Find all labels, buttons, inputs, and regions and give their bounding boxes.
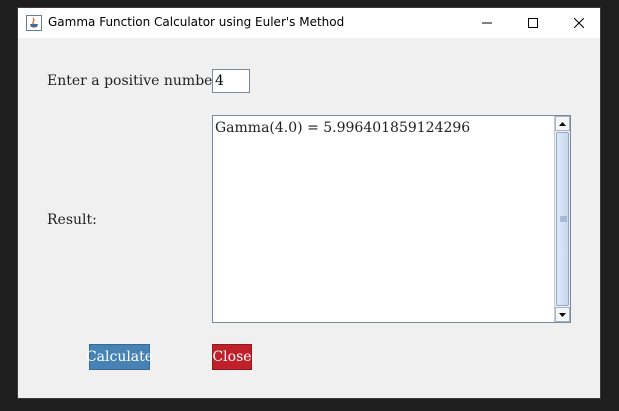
app-window: Gamma Function Calculator using Euler's …: [17, 7, 601, 399]
number-input-label: Enter a positive number:: [47, 73, 224, 89]
content-panel: Enter a positive number: Result: Gamma(4…: [18, 38, 600, 398]
grip-icon: [560, 216, 567, 222]
vertical-scrollbar[interactable]: [554, 116, 570, 322]
window-close-button[interactable]: [556, 8, 602, 38]
window-title: Gamma Function Calculator using Euler's …: [48, 15, 345, 29]
title-bar[interactable]: Gamma Function Calculator using Euler's …: [18, 8, 600, 38]
close-button[interactable]: Close: [212, 344, 252, 370]
close-icon: [574, 18, 584, 28]
result-textarea[interactable]: Gamma(4.0) = 5.996401859124296: [212, 115, 571, 323]
arrow-up-icon: [559, 121, 566, 126]
result-text: Gamma(4.0) = 5.996401859124296: [215, 120, 471, 136]
maximize-icon: [528, 18, 538, 28]
number-input[interactable]: [212, 69, 250, 93]
scroll-thumb[interactable]: [556, 132, 569, 306]
maximize-button[interactable]: [510, 8, 556, 38]
result-label: Result:: [47, 212, 97, 228]
calculate-button[interactable]: Calculate: [86, 344, 153, 370]
arrow-down-icon: [559, 312, 566, 317]
scroll-down-button[interactable]: [555, 307, 570, 322]
java-app-icon: [26, 15, 42, 31]
minimize-icon: [482, 22, 492, 24]
minimize-button[interactable]: [464, 8, 510, 38]
scroll-up-button[interactable]: [555, 116, 570, 131]
